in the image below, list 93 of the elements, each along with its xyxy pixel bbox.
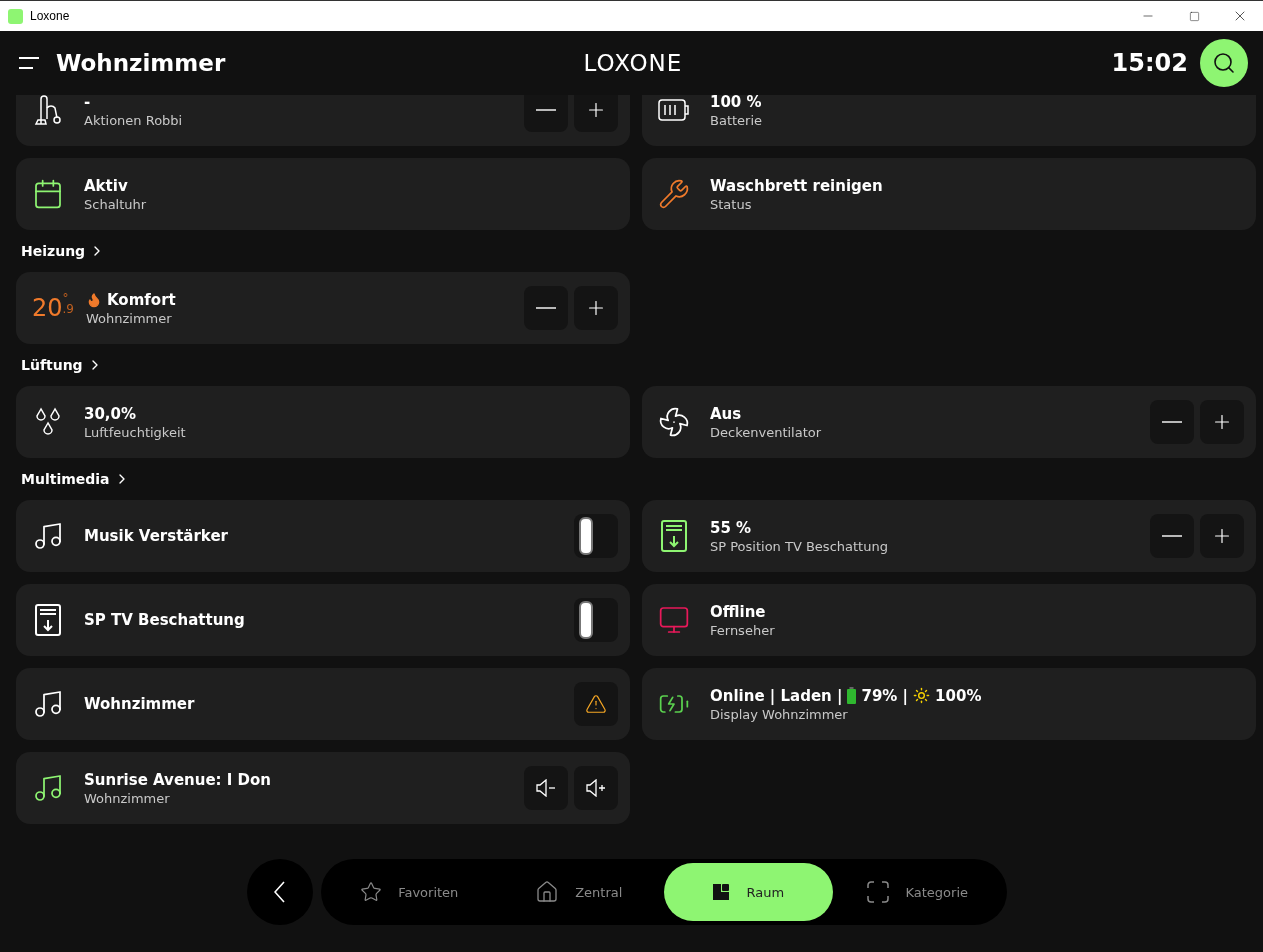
section-heading[interactable]: Multimedia [16, 470, 1256, 488]
music-icon [32, 520, 64, 552]
plus-button[interactable] [1200, 514, 1244, 558]
flame-icon [86, 291, 102, 308]
minus-button[interactable] [524, 286, 568, 330]
device-subtitle: Aktionen Robbi [84, 112, 184, 128]
plus-button[interactable] [574, 286, 618, 330]
device-title: Aktiv [84, 176, 128, 195]
chevron-left-icon [274, 881, 285, 903]
device-card[interactable]: 55 % SP Position TV Beschattung [642, 500, 1256, 572]
device-subtitle: Batterie [710, 112, 764, 128]
vacuum-icon [33, 95, 63, 126]
plus-button[interactable] [574, 95, 618, 132]
minus-icon [536, 109, 556, 111]
device-title: Sunrise Avenue: I Don [84, 770, 272, 789]
fan-icon [658, 406, 690, 438]
device-card[interactable]: Offline Fernseher [642, 584, 1256, 656]
device-card[interactable]: - Aktionen Robbi [16, 95, 630, 146]
toggle-switch[interactable] [574, 598, 618, 642]
search-button[interactable] [1200, 39, 1248, 87]
section-heading[interactable]: Heizung [16, 242, 1256, 260]
temperature-value: 20 [32, 294, 63, 323]
menu-icon[interactable] [18, 56, 40, 70]
device-card[interactable]: Online | Laden | 79% | 100% Display Wohnzimmer [642, 668, 1256, 740]
device-subtitle: Fernseher [710, 622, 776, 638]
volume-up-button[interactable] [574, 766, 618, 810]
minus-button[interactable] [524, 95, 568, 132]
device-title: 30,0% [84, 404, 137, 423]
volume-down-icon [535, 779, 557, 797]
degree-sign: ° [62, 293, 69, 304]
device-title: Waschbrett reinigen [710, 176, 883, 195]
device-title: Aus [710, 404, 742, 423]
battery-icon [658, 98, 690, 122]
app-icon [8, 8, 23, 24]
device-title: Wohnzimmer [84, 695, 195, 713]
device-card[interactable]: Aktiv Schaltuhr [16, 158, 630, 230]
volume-down-button[interactable] [524, 766, 568, 810]
device-card[interactable]: Musik Verstärker [16, 500, 630, 572]
device-subtitle: Status [710, 196, 753, 212]
window-title: Loxone [30, 9, 71, 23]
device-card[interactable]: SP TV Beschattung [16, 584, 630, 656]
device-title: Komfort [107, 290, 176, 309]
device-subtitle: SP Position TV Beschattung [710, 538, 889, 554]
clock-time: 15:02 [1111, 49, 1188, 77]
warning-icon [585, 693, 607, 715]
device-card[interactable]: 100 % Batterie [642, 95, 1256, 146]
device-subtitle: Wohnzimmer [84, 790, 171, 806]
room-icon [712, 883, 731, 901]
sun-icon [913, 687, 931, 704]
device-title: Offline [710, 602, 766, 621]
device-subtitle: Wohnzimmer [86, 310, 173, 326]
device-card[interactable]: Waschbrett reinigen Status [642, 158, 1256, 230]
device-subtitle: Display Wohnzimmer [710, 706, 849, 722]
section-heading[interactable]: Lüftung [16, 356, 1256, 374]
minus-icon [1162, 535, 1182, 537]
device-title: 100% [935, 686, 982, 705]
nav-tab[interactable]: Kategorie [833, 863, 1003, 921]
toggle-switch[interactable] [574, 514, 618, 558]
device-card[interactable]: Wohnzimmer [16, 668, 630, 740]
device-subtitle: Luftfeuchtigkeit [84, 424, 187, 440]
blinds-icon [35, 604, 61, 636]
minus-icon [536, 307, 556, 309]
device-title: SP TV Beschattung [84, 611, 245, 629]
device-card[interactable]: 30,0% Luftfeuchtigkeit [16, 386, 630, 458]
nav-tab[interactable]: Zentral [494, 863, 664, 921]
house-icon [535, 880, 560, 904]
minus-button[interactable] [1150, 400, 1194, 444]
device-subtitle: Deckenventilator [710, 424, 823, 440]
device-title: 55 % [710, 518, 752, 537]
temperature-decimal: .9 [62, 304, 74, 315]
search-icon [1212, 51, 1236, 75]
device-title: Online | Laden | [710, 686, 843, 705]
nav-tab[interactable]: Raum [663, 863, 833, 921]
nav-tab[interactable]: Favoriten [324, 863, 494, 921]
room-title: Wohnzimmer [56, 50, 226, 76]
device-card[interactable]: Sunrise Avenue: I Don Wohnzimmer [16, 752, 630, 824]
device-subtitle: Schaltuhr [84, 196, 148, 212]
warning-button[interactable] [574, 682, 618, 726]
plus-button[interactable] [1200, 400, 1244, 444]
minus-icon [1162, 421, 1182, 423]
battery-level-icon [847, 687, 857, 704]
star-icon [360, 881, 383, 903]
device-title: Musik Verstärker [84, 527, 228, 545]
droplets-icon [33, 406, 63, 438]
music-icon [32, 688, 64, 720]
logo: LOXONE [583, 50, 683, 76]
device-title: 79% | [861, 686, 909, 705]
volume-up-icon [585, 779, 607, 797]
device-card[interactable]: Aus Deckenventilator [642, 386, 1256, 458]
minus-button[interactable] [1150, 514, 1194, 558]
device-title: 100 % [710, 95, 762, 111]
device-title: - [84, 95, 91, 111]
maximize-icon [1188, 10, 1200, 22]
